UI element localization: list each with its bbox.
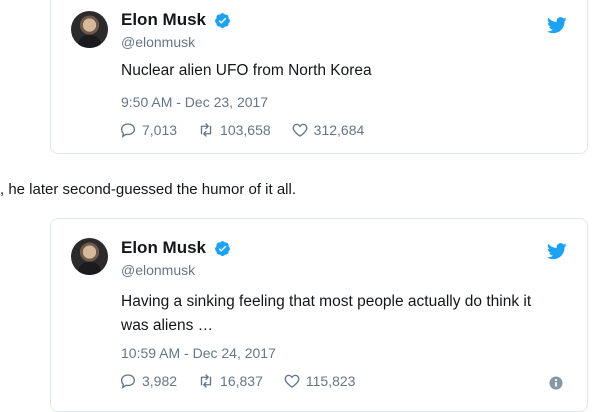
reply-count: 7,013: [142, 122, 178, 138]
like-count: 115,823: [305, 373, 356, 389]
reply-count: 3,982: [142, 373, 178, 389]
author-name[interactable]: Elon Musk: [121, 10, 206, 30]
twitter-bird-icon[interactable]: [547, 243, 567, 260]
info-icon[interactable]: [549, 376, 563, 390]
retweet-count: 16,837: [220, 373, 263, 389]
reply-icon: [120, 123, 136, 138]
tweet-card: Elon Musk @elonmusk Having a sinking fee…: [50, 218, 588, 412]
like-action[interactable]: 312,684: [291, 121, 365, 139]
tweet-card: Elon Musk @elonmusk Nuclear alien UFO fr…: [50, 0, 588, 154]
verified-badge-icon: [215, 12, 231, 28]
like-heart-icon: [284, 374, 300, 388]
tweet-text: Nuclear alien UFO from North Korea: [121, 62, 372, 79]
tweet-timestamp[interactable]: 9:50 AM - Dec 23, 2017: [121, 94, 268, 110]
reply-icon: [120, 374, 136, 389]
tweet-timestamp[interactable]: 10:59 AM - Dec 24, 2017: [121, 345, 276, 361]
author-handle[interactable]: @elonmusk: [121, 34, 231, 50]
author-handle[interactable]: @elonmusk: [121, 262, 231, 278]
like-action[interactable]: 115,823: [283, 372, 356, 390]
retweet-icon: [200, 374, 212, 388]
like-count: 312,684: [313, 122, 365, 138]
author-block: Elon Musk @elonmusk: [121, 10, 231, 50]
retweet-count: 103,658: [220, 122, 271, 138]
author-block: Elon Musk @elonmusk: [121, 238, 231, 278]
reply-action[interactable]: 7,013: [119, 121, 177, 139]
author-name[interactable]: Elon Musk: [121, 238, 206, 258]
article-text: , he later second-guessed the humor of i…: [0, 181, 297, 198]
retweet-action[interactable]: 103,658: [197, 121, 271, 139]
verified-badge-icon: [215, 240, 231, 256]
retweet-action[interactable]: 16,837: [197, 372, 263, 390]
tweet-actions: 3,982 16,837 115,823: [119, 372, 355, 390]
twitter-bird-icon[interactable]: [547, 17, 567, 34]
reply-action[interactable]: 3,982: [119, 372, 177, 390]
tweet-text: Having a sinking feeling that most peopl…: [121, 293, 532, 334]
avatar[interactable]: [71, 11, 108, 48]
like-heart-icon: [292, 123, 308, 137]
tweet-actions: 7,013 103,658 312,684: [119, 121, 364, 139]
avatar[interactable]: [71, 238, 108, 275]
retweet-icon: [200, 123, 212, 137]
